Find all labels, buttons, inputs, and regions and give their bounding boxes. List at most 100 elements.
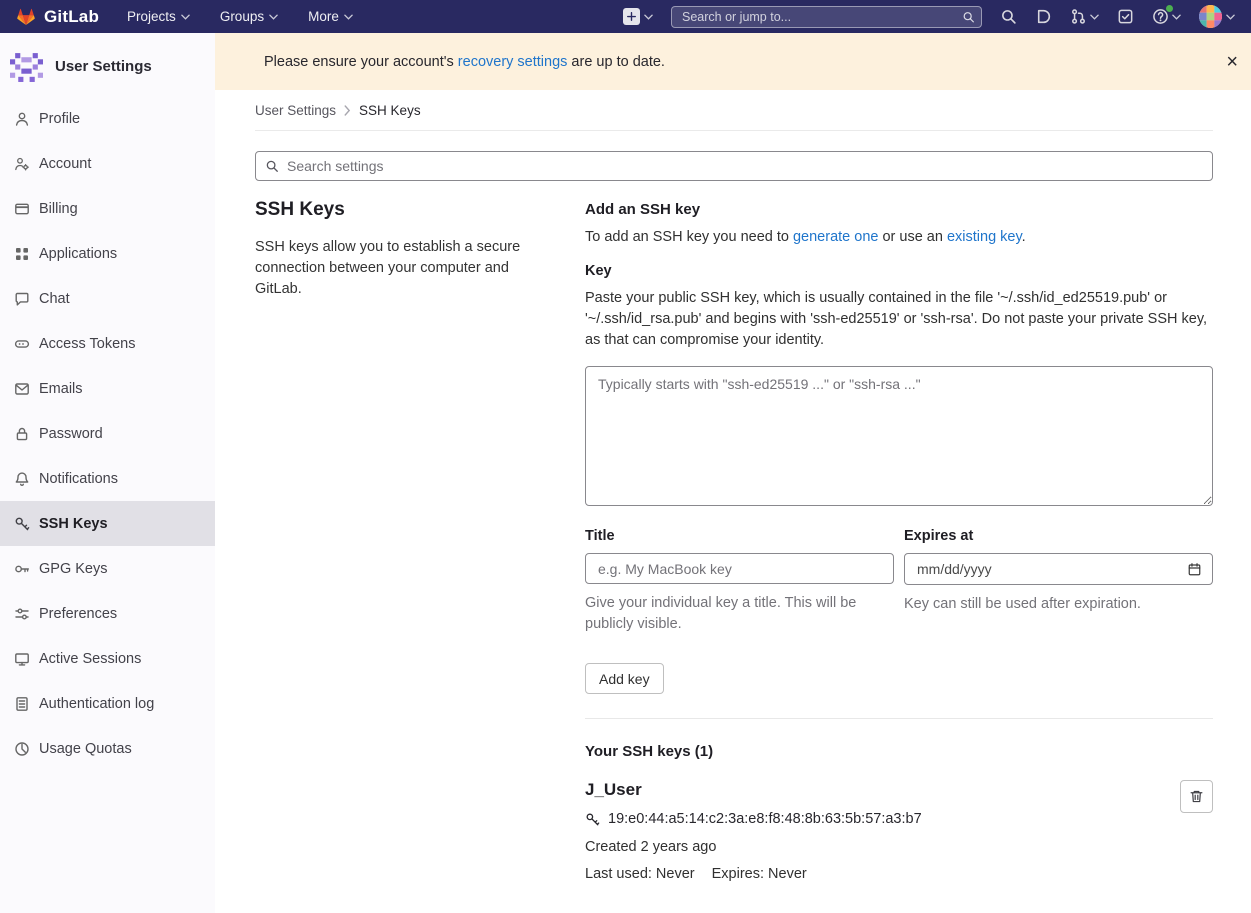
- profile-icon: [13, 110, 30, 127]
- search-button[interactable]: [1000, 8, 1017, 25]
- key-title-input[interactable]: [585, 553, 894, 584]
- key-last-used: Last used: Never: [585, 866, 695, 882]
- key-info: J_User 19:e0:44:a5:14:c2:3a:e8:f8:48:8b:…: [585, 780, 922, 882]
- help-menu-button[interactable]: [1152, 8, 1181, 25]
- form-intro: To add an SSH key you need to generate o…: [585, 229, 1213, 245]
- search-icon: [1000, 8, 1017, 25]
- chevron-down-icon: [181, 14, 190, 20]
- key-expires: Expires: Never: [712, 866, 807, 882]
- sidebar-item-emails[interactable]: Emails: [0, 366, 215, 411]
- settings-search-input[interactable]: [255, 151, 1213, 181]
- global-search-box: [671, 6, 982, 28]
- todos-button[interactable]: [1117, 8, 1134, 25]
- help-icon: [1152, 8, 1169, 25]
- sidebar-item-applications[interactable]: Applications: [0, 231, 215, 276]
- new-menu-button[interactable]: [623, 8, 653, 25]
- sidebar-item-account[interactable]: Account: [0, 141, 215, 186]
- usage-quotas-icon: [13, 740, 30, 757]
- search-icon: [265, 159, 279, 173]
- sidebar-item-usage-quotas[interactable]: Usage Quotas: [0, 726, 215, 771]
- ssh-key-textarea[interactable]: [585, 366, 1213, 506]
- password-icon: [13, 425, 30, 442]
- search-icon: [962, 10, 975, 23]
- keys-list-heading: Your SSH keys (1): [585, 743, 1213, 760]
- global-search-input[interactable]: [671, 6, 982, 28]
- chevron-down-icon: [644, 14, 653, 20]
- issues-icon: [1035, 8, 1052, 25]
- gitlab-home-link[interactable]: GitLab: [16, 7, 99, 27]
- chevron-down-icon: [269, 14, 278, 20]
- nav-groups-menu[interactable]: Groups: [220, 9, 278, 24]
- close-alert-button[interactable]: ×: [1226, 52, 1238, 72]
- expires-at-input[interactable]: mm/dd/yyyy: [904, 553, 1213, 585]
- sidebar-item-preferences[interactable]: Preferences: [0, 591, 215, 636]
- gitlab-tanuki-icon: [16, 7, 36, 26]
- date-placeholder: mm/dd/yyyy: [917, 561, 992, 577]
- section-intro: SSH Keys SSH keys allow you to establish…: [255, 197, 585, 882]
- settings-nav: Profile Account Billing Applications Cha…: [0, 96, 215, 771]
- breadcrumb-current: SSH Keys: [359, 103, 421, 118]
- main-content: User Settings SSH Keys SSH Keys SSH keys…: [215, 90, 1251, 913]
- title-help-text: Give your individual key a title. This w…: [585, 593, 894, 635]
- sidebar-item-gpg-keys[interactable]: GPG Keys: [0, 546, 215, 591]
- gitlab-wordmark: GitLab: [44, 7, 99, 27]
- key-icon: [585, 812, 600, 827]
- billing-icon: [13, 200, 30, 217]
- active-sessions-icon: [13, 650, 30, 667]
- merge-request-icon: [1070, 8, 1087, 25]
- section-description: SSH keys allow you to establish a secure…: [255, 237, 545, 300]
- form-heading: Add an SSH key: [585, 201, 1213, 218]
- notifications-icon: [13, 470, 30, 487]
- chevron-right-icon: [344, 105, 351, 116]
- sidebar-title: User Settings: [55, 58, 152, 75]
- ssh-keys-icon: [13, 515, 30, 532]
- user-identicon: [10, 50, 43, 83]
- generate-one-link[interactable]: generate one: [793, 229, 878, 245]
- user-avatar: [1199, 5, 1222, 28]
- chat-icon: [13, 290, 30, 307]
- sidebar-item-billing[interactable]: Billing: [0, 186, 215, 231]
- preferences-icon: [13, 605, 30, 622]
- sidebar-item-profile[interactable]: Profile: [0, 96, 215, 141]
- sidebar-item-password[interactable]: Password: [0, 411, 215, 456]
- recovery-settings-alert: Please ensure your account's recovery se…: [215, 33, 1251, 90]
- key-fingerprint: 19:e0:44:a5:14:c2:3a:e8:f8:48:8b:63:5b:5…: [608, 811, 922, 827]
- expires-label: Expires at: [904, 528, 1213, 544]
- plus-icon: [623, 8, 640, 25]
- sidebar-item-notifications[interactable]: Notifications: [0, 456, 215, 501]
- nav-more-menu[interactable]: More: [308, 9, 353, 24]
- key-help-text: Paste your public SSH key, which is usua…: [585, 288, 1213, 351]
- sidebar-item-chat[interactable]: Chat: [0, 276, 215, 321]
- add-key-button[interactable]: Add key: [585, 663, 664, 694]
- existing-key-link[interactable]: existing key: [947, 229, 1022, 245]
- chevron-down-icon: [1090, 14, 1099, 20]
- breadcrumb: User Settings SSH Keys: [255, 90, 1213, 131]
- merge-requests-button[interactable]: [1070, 8, 1099, 25]
- sidebar-item-ssh-keys[interactable]: SSH Keys: [0, 501, 215, 546]
- account-icon: [13, 155, 30, 172]
- sidebar-item-authentication-log[interactable]: Authentication log: [0, 681, 215, 726]
- chevron-down-icon: [344, 14, 353, 20]
- notification-dot: [1166, 5, 1173, 12]
- nav-projects-label: Projects: [127, 9, 176, 24]
- alert-text: Please ensure your account's recovery se…: [264, 54, 665, 70]
- breadcrumb-user-settings[interactable]: User Settings: [255, 103, 336, 118]
- divider: [585, 718, 1213, 719]
- settings-search: [255, 151, 1213, 181]
- calendar-icon: [1187, 562, 1202, 577]
- recovery-settings-link[interactable]: recovery settings: [458, 54, 568, 70]
- sidebar-item-access-tokens[interactable]: Access Tokens: [0, 321, 215, 366]
- access-tokens-icon: [13, 335, 30, 352]
- key-label: Key: [585, 263, 1213, 279]
- delete-key-button[interactable]: [1180, 780, 1213, 813]
- nav-more-label: More: [308, 9, 339, 24]
- nav-projects-menu[interactable]: Projects: [127, 9, 190, 24]
- authentication-log-icon: [13, 695, 30, 712]
- title-label: Title: [585, 528, 894, 544]
- ssh-key-form-panel: Add an SSH key To add an SSH key you nee…: [585, 197, 1213, 882]
- user-menu-button[interactable]: [1199, 5, 1235, 28]
- sidebar-item-active-sessions[interactable]: Active Sessions: [0, 636, 215, 681]
- chevron-down-icon: [1226, 14, 1235, 20]
- chevron-down-icon: [1172, 14, 1181, 20]
- issues-button[interactable]: [1035, 8, 1052, 25]
